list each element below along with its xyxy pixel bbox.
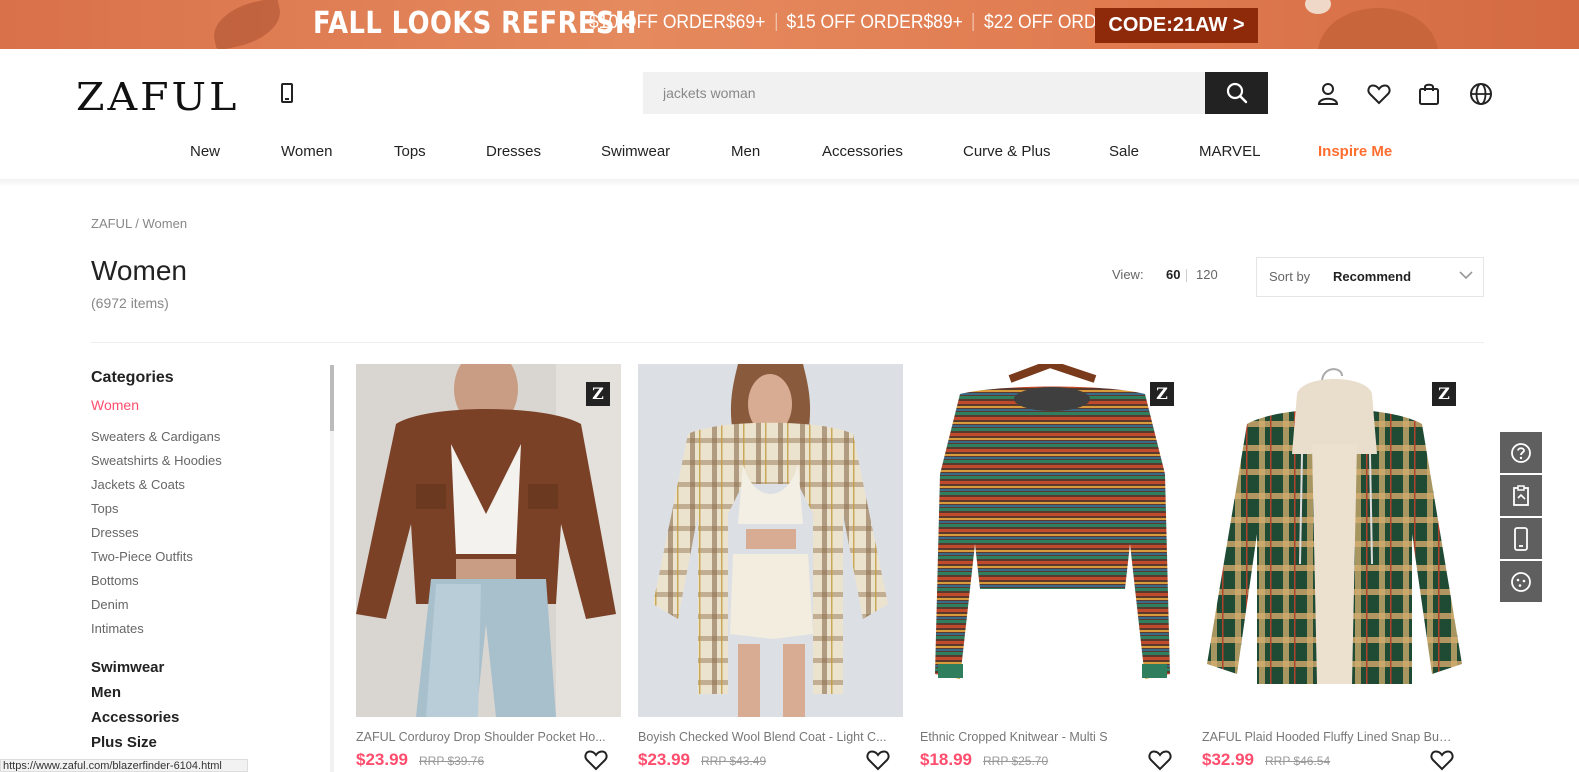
- decoration-ornament: [1305, 0, 1331, 14]
- promo-offers: $10 OFF ORDER$69+ $15 OFF ORDER$89+ $22 OF…: [589, 12, 1169, 34]
- subcategory-jackets-coats[interactable]: Jackets & Coats: [91, 477, 185, 492]
- search-icon: [1226, 82, 1247, 104]
- nav-curve-plus[interactable]: Curve & Plus: [963, 143, 1051, 160]
- nav-tops[interactable]: Tops: [394, 143, 426, 160]
- product-rrp: RRP $46.54: [1265, 754, 1331, 768]
- nav-sale[interactable]: Sale: [1109, 143, 1139, 160]
- scrollbar-thumb[interactable]: [330, 365, 334, 431]
- zaful-badge: Z: [586, 382, 610, 406]
- clipboard-icon: [1513, 484, 1529, 506]
- nav-divider: [0, 179, 1579, 187]
- nav-new[interactable]: New: [190, 143, 220, 160]
- product-image[interactable]: [920, 364, 1185, 717]
- sidebar-scrollbar[interactable]: [330, 365, 334, 772]
- subcategory-bottoms[interactable]: Bottoms: [91, 573, 139, 588]
- product-name[interactable]: Ethnic Cropped Knitwear - Multi S: [920, 730, 1170, 744]
- category-accessories[interactable]: Accessories: [91, 709, 179, 726]
- order-tracking-button[interactable]: [1500, 475, 1542, 516]
- product-name[interactable]: ZAFUL Plaid Hooded Fluffy Lined Snap But…: [1202, 730, 1452, 744]
- product-price: $18.99: [920, 750, 972, 769]
- sort-value: Recommend: [1333, 269, 1412, 284]
- nav-men[interactable]: Men: [731, 143, 760, 160]
- product-price: $23.99: [356, 750, 408, 769]
- wishlist-heart-icon[interactable]: [1430, 749, 1454, 771]
- sort-dropdown[interactable]: Sort by Recommend: [1256, 257, 1484, 297]
- help-button[interactable]: [1500, 432, 1542, 473]
- product-card[interactable]: Z ZAFUL Corduroy Drop Shoulder Pocket Ho…: [356, 364, 621, 771]
- promo-banner[interactable]: FALL LOOKS REFRESH $10 OFF ORDER$69+ $15 …: [0, 0, 1579, 49]
- subcategory-denim[interactable]: Denim: [91, 597, 129, 612]
- view-option-60[interactable]: 60: [1166, 267, 1180, 282]
- breadcrumb[interactable]: ZAFUL / Women: [91, 216, 187, 231]
- site-logo[interactable]: ZAFUL: [76, 75, 239, 120]
- help-icon: [1511, 442, 1531, 463]
- wishlist-heart-icon[interactable]: [866, 749, 890, 771]
- category-active[interactable]: Women: [91, 397, 139, 413]
- status-bar-url: https://www.zaful.com/blazerfinder-6104.…: [0, 759, 248, 772]
- promo-offer-2: $15 OFF ORDER$89+: [786, 12, 963, 33]
- view-label: View:: [1112, 267, 1144, 282]
- mobile-app-icon[interactable]: [281, 83, 293, 103]
- subcategory-dresses[interactable]: Dresses: [91, 525, 139, 540]
- language-globe-icon[interactable]: [1468, 81, 1494, 107]
- cart-bag-icon[interactable]: [1416, 81, 1442, 107]
- subcategory-intimates[interactable]: Intimates: [91, 621, 144, 636]
- mobile-app-button[interactable]: [1500, 518, 1542, 559]
- product-image[interactable]: [638, 364, 903, 717]
- nav-women[interactable]: Women: [281, 143, 332, 160]
- product-card[interactable]: Ethnic Cropped Knitwear - Multi S $18.99…: [920, 364, 1185, 771]
- chevron-down-icon: [1459, 271, 1473, 280]
- product-name[interactable]: Boyish Checked Wool Blend Coat - Light C…: [638, 730, 888, 744]
- item-count: (6972 items): [91, 295, 169, 311]
- cookie-icon: [1511, 571, 1531, 592]
- account-icon[interactable]: [1315, 81, 1341, 107]
- promo-code-button[interactable]: CODE:21AW >: [1095, 8, 1258, 43]
- subcategory-sweatshirts-hoodies[interactable]: Sweatshirts & Hoodies: [91, 453, 222, 468]
- categories-title: Categories: [91, 369, 174, 386]
- category-men[interactable]: Men: [91, 684, 121, 701]
- nav-marvel[interactable]: MARVEL: [1199, 143, 1260, 160]
- divider: [91, 342, 1484, 343]
- page-title: Women: [91, 255, 187, 286]
- decoration-ball: [1318, 8, 1438, 49]
- product-price: $32.99: [1202, 750, 1254, 769]
- product-image[interactable]: Z: [1202, 364, 1467, 717]
- product-rrp: RRP $43.49: [701, 754, 767, 768]
- nav-swimwear[interactable]: Swimwear: [601, 143, 670, 160]
- zaful-badge: Z: [1150, 382, 1174, 406]
- cookie-settings-button[interactable]: [1500, 561, 1542, 602]
- product-rrp: RRP $25.70: [983, 754, 1049, 768]
- product-card[interactable]: Z ZAFUL Plaid Hooded Fluffy Lined Snap B…: [1202, 364, 1467, 771]
- product-card[interactable]: Boyish Checked Wool Blend Coat - Light C…: [638, 364, 903, 771]
- product-image[interactable]: Z: [356, 364, 621, 717]
- wishlist-heart-icon[interactable]: [584, 749, 608, 771]
- product-price: $23.99: [638, 750, 690, 769]
- wishlist-heart-icon[interactable]: [1148, 749, 1172, 771]
- subcategory-sweaters-cardigans[interactable]: Sweaters & Cardigans: [91, 429, 220, 444]
- promo-offer-1: $10 OFF ORDER$69+: [589, 12, 766, 33]
- main-nav: New Women Tops Dresses Swimwear Men Acce…: [0, 140, 1579, 180]
- zaful-badge: Z: [1432, 382, 1456, 406]
- view-option-120[interactable]: 120: [1196, 267, 1218, 282]
- subcategory-two-piece-outfits[interactable]: Two-Piece Outfits: [91, 549, 193, 564]
- nav-dresses[interactable]: Dresses: [486, 143, 541, 160]
- subcategory-tops[interactable]: Tops: [91, 501, 118, 516]
- wishlist-icon[interactable]: [1366, 81, 1392, 107]
- sort-label: Sort by: [1269, 269, 1311, 284]
- product-rrp: RRP $39.76: [419, 754, 485, 768]
- phone-icon: [1514, 526, 1528, 551]
- category-swimwear[interactable]: Swimwear: [91, 659, 164, 676]
- category-plus-size[interactable]: Plus Size: [91, 734, 157, 751]
- product-name[interactable]: ZAFUL Corduroy Drop Shoulder Pocket Ho..…: [356, 730, 606, 744]
- nav-accessories[interactable]: Accessories: [822, 143, 903, 160]
- nav-inspire-me[interactable]: Inspire Me: [1318, 143, 1392, 160]
- leaf-decoration: [208, 0, 286, 49]
- search-button[interactable]: [1205, 72, 1268, 114]
- search-input[interactable]: [643, 72, 1205, 114]
